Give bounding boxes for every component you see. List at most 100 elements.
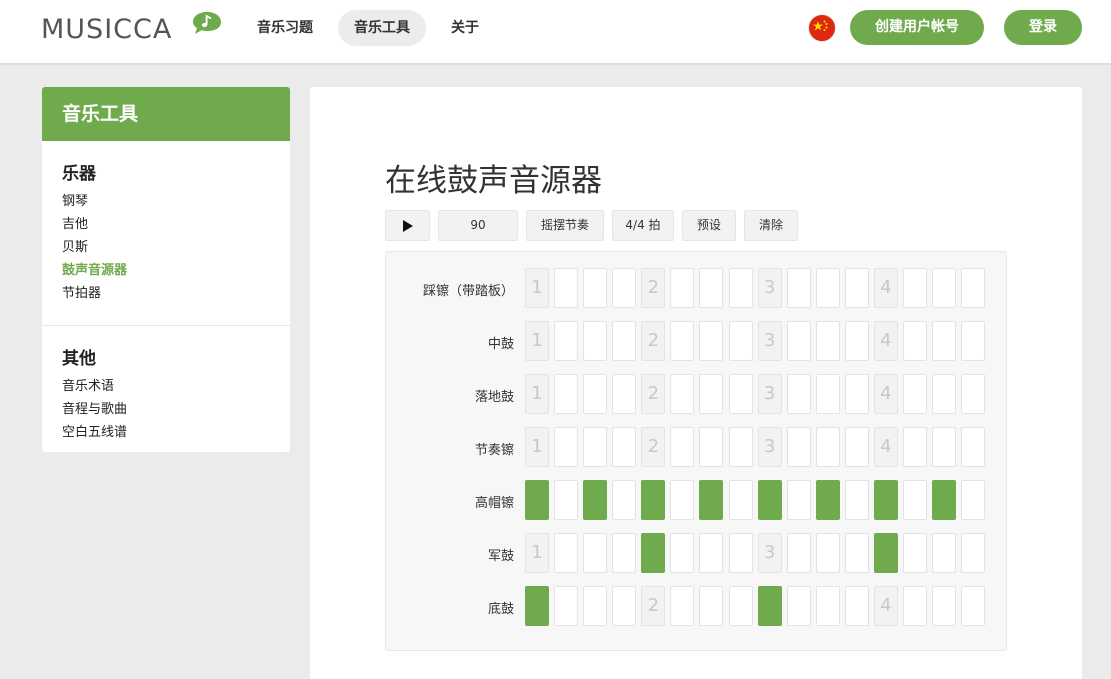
step-cell[interactable]	[728, 427, 753, 467]
step-cell-active[interactable]	[757, 586, 782, 626]
nav-exercises[interactable]: 音乐习题	[241, 10, 329, 46]
step-cell[interactable]	[786, 586, 811, 626]
step-cell[interactable]	[844, 268, 869, 308]
step-cell[interactable]	[844, 480, 869, 520]
step-cell[interactable]	[844, 533, 869, 573]
step-cell[interactable]: 4	[873, 374, 898, 414]
step-cell[interactable]	[932, 533, 956, 573]
step-cell[interactable]	[844, 321, 869, 361]
step-cell[interactable]	[728, 586, 753, 626]
step-cell-active[interactable]	[525, 480, 549, 520]
step-cell[interactable]	[961, 374, 985, 414]
step-cell[interactable]: 3	[757, 374, 782, 414]
step-cell[interactable]	[554, 533, 579, 573]
sidebar-item-music-terms[interactable]: 音乐术语	[62, 375, 270, 398]
step-cell[interactable]: 4	[873, 586, 898, 626]
step-cell[interactable]	[728, 533, 753, 573]
step-cell[interactable]	[786, 480, 811, 520]
step-cell[interactable]	[786, 321, 811, 361]
step-cell[interactable]	[902, 268, 927, 308]
step-cell[interactable]	[844, 374, 869, 414]
step-cell[interactable]	[670, 480, 695, 520]
step-cell[interactable]	[554, 374, 579, 414]
step-cell[interactable]	[844, 427, 869, 467]
step-cell[interactable]	[815, 427, 840, 467]
presets-button[interactable]: 预设	[682, 210, 736, 241]
step-cell[interactable]	[670, 586, 695, 626]
step-cell[interactable]	[815, 321, 840, 361]
step-cell[interactable]: 2	[641, 268, 666, 308]
step-cell[interactable]	[670, 533, 695, 573]
step-cell[interactable]	[932, 268, 956, 308]
step-cell[interactable]	[583, 374, 608, 414]
step-cell-active[interactable]	[932, 480, 956, 520]
step-cell[interactable]	[961, 321, 985, 361]
step-cell[interactable]	[728, 321, 753, 361]
step-cell[interactable]	[612, 586, 637, 626]
step-cell[interactable]	[612, 374, 637, 414]
step-cell-active[interactable]	[699, 480, 724, 520]
step-cell[interactable]	[902, 427, 927, 467]
step-cell[interactable]	[612, 268, 637, 308]
step-cell[interactable]	[902, 480, 927, 520]
step-cell[interactable]	[612, 480, 637, 520]
step-cell[interactable]	[728, 480, 753, 520]
step-cell[interactable]: 2	[641, 586, 666, 626]
step-cell-active[interactable]	[641, 480, 666, 520]
step-cell[interactable]	[815, 374, 840, 414]
step-cell[interactable]	[699, 533, 724, 573]
step-cell-active[interactable]	[525, 586, 549, 626]
step-cell[interactable]	[961, 268, 985, 308]
step-cell-active[interactable]	[873, 533, 898, 573]
step-cell[interactable]: 4	[873, 268, 898, 308]
step-cell[interactable]: 1	[525, 427, 549, 467]
play-button[interactable]	[385, 210, 430, 241]
step-cell[interactable]	[554, 268, 579, 308]
musicca-logo[interactable]: MUSICCA	[41, 11, 221, 47]
step-cell[interactable]: 3	[757, 321, 782, 361]
step-cell[interactable]	[961, 586, 985, 626]
step-cell[interactable]	[699, 321, 724, 361]
create-account-button[interactable]: 创建用户帐号	[850, 10, 984, 45]
swing-button[interactable]: 摇摆节奏	[526, 210, 604, 241]
sidebar-item-piano[interactable]: 钢琴	[62, 190, 270, 213]
step-cell[interactable]	[932, 427, 956, 467]
step-cell[interactable]	[902, 533, 927, 573]
step-cell[interactable]	[815, 586, 840, 626]
sidebar-item-blank-staff[interactable]: 空白五线谱	[62, 421, 270, 444]
login-button[interactable]: 登录	[1004, 10, 1082, 45]
step-cell-active[interactable]	[873, 480, 898, 520]
step-cell[interactable]	[583, 586, 608, 626]
step-cell[interactable]: 3	[757, 427, 782, 467]
step-cell[interactable]	[728, 268, 753, 308]
step-cell[interactable]	[670, 321, 695, 361]
step-cell[interactable]: 1	[525, 533, 549, 573]
step-cell[interactable]	[786, 427, 811, 467]
step-cell[interactable]	[961, 533, 985, 573]
sidebar-item-intervals-songs[interactable]: 音程与歌曲	[62, 398, 270, 421]
step-cell[interactable]	[612, 427, 637, 467]
step-cell[interactable]: 1	[525, 374, 549, 414]
step-cell[interactable]: 2	[641, 374, 666, 414]
step-cell[interactable]	[699, 586, 724, 626]
time-signature-button[interactable]: 4/4 拍	[612, 210, 674, 241]
step-cell[interactable]	[612, 321, 637, 361]
step-cell[interactable]	[961, 427, 985, 467]
step-cell[interactable]	[961, 480, 985, 520]
china-flag-icon[interactable]	[808, 14, 836, 42]
step-cell[interactable]: 4	[873, 427, 898, 467]
step-cell[interactable]	[554, 586, 579, 626]
step-cell[interactable]	[932, 586, 956, 626]
step-cell[interactable]	[670, 374, 695, 414]
nav-tools[interactable]: 音乐工具	[338, 10, 426, 46]
step-cell[interactable]	[554, 427, 579, 467]
step-cell[interactable]: 2	[641, 427, 666, 467]
step-cell[interactable]	[612, 533, 637, 573]
step-cell[interactable]	[554, 321, 579, 361]
step-cell[interactable]	[902, 374, 927, 414]
step-cell[interactable]: 4	[873, 321, 898, 361]
step-cell-active[interactable]	[641, 533, 666, 573]
step-cell[interactable]	[699, 427, 724, 467]
step-cell[interactable]	[786, 268, 811, 308]
step-cell[interactable]	[554, 480, 579, 520]
